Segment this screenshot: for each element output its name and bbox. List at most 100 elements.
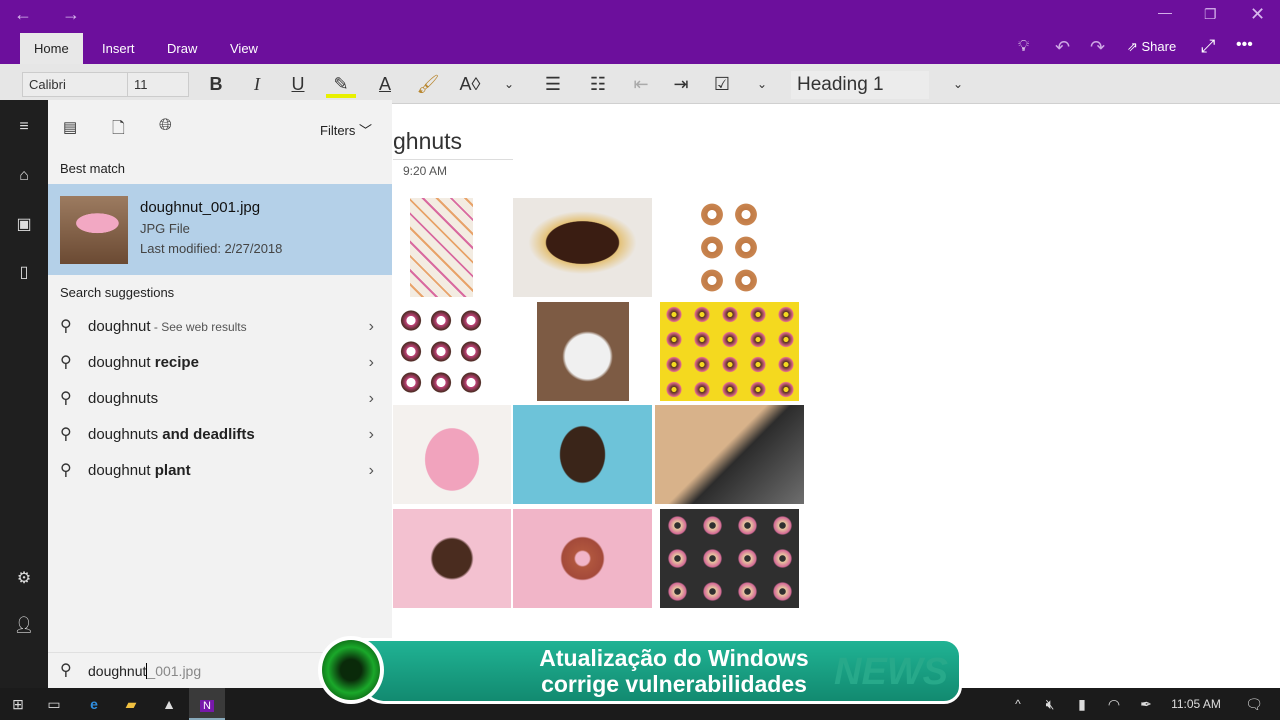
doughnut-photo[interactable]: [660, 509, 799, 608]
documents-icon[interactable]: ▣: [0, 214, 48, 234]
home-icon[interactable]: ⌂: [0, 167, 48, 185]
suggestion-item[interactable]: ⚲ doughnut recipe ›: [48, 345, 392, 381]
suggestion-item[interactable]: ⚲ doughnut - See web results ›: [48, 309, 392, 345]
italic-button[interactable]: I: [242, 64, 272, 104]
apps-filter-icon[interactable]: ▤: [63, 118, 77, 136]
doughnut-photo[interactable]: [695, 198, 764, 297]
best-match-label: Best match: [60, 161, 126, 176]
redo-icon[interactable]: ↷: [1090, 37, 1105, 58]
wifi-icon[interactable]: ◠: [1096, 688, 1132, 720]
minimize-icon[interactable]: —: [1158, 4, 1172, 20]
show-hidden-icon[interactable]: ^: [1000, 688, 1036, 720]
doughnut-photo[interactable]: [513, 198, 652, 297]
web-filter-icon[interactable]: 🌐︎: [159, 117, 172, 135]
fullscreen-icon[interactable]: ⤢: [1201, 36, 1215, 57]
suggestion-item[interactable]: ⚲ doughnuts and deadlifts ›: [48, 417, 392, 453]
photos-icon[interactable]: ▲: [151, 688, 187, 720]
volume-muted-icon[interactable]: 🔇︎: [1032, 688, 1068, 720]
search-query: doughnut: [88, 663, 148, 679]
search-icon: ⚲: [60, 426, 72, 443]
eye-logo: [318, 636, 384, 704]
chevron-right-icon: ›: [368, 354, 374, 371]
close-icon[interactable]: ✕: [1250, 4, 1265, 25]
bold-button[interactable]: B: [201, 64, 231, 104]
search-icon: ⚲: [60, 390, 72, 407]
pen-icon[interactable]: ✒: [1128, 688, 1164, 720]
underline-button[interactable]: U: [283, 64, 313, 104]
page-title[interactable]: ghnuts: [393, 128, 462, 155]
style-chevron-icon[interactable]: ⌄: [943, 64, 973, 104]
style-field[interactable]: Heading 1: [791, 71, 929, 99]
checkbox-tag-icon[interactable]: ☑: [707, 64, 737, 104]
tab-insert[interactable]: Insert: [88, 33, 149, 64]
restore-icon[interactable]: ❐: [1204, 6, 1217, 23]
chevron-right-icon: ›: [368, 318, 374, 335]
undo-icon[interactable]: ↶: [1055, 37, 1070, 58]
clear-format-icon[interactable]: A◊: [455, 64, 485, 104]
font-name-field[interactable]: Calibri: [22, 72, 128, 97]
tab-view[interactable]: View: [216, 33, 272, 64]
font-size-field[interactable]: 11: [127, 72, 189, 97]
font-color-icon[interactable]: A: [370, 64, 400, 104]
chevron-down-icon[interactable]: ⌄: [747, 64, 777, 104]
doughnut-photo[interactable]: [393, 405, 511, 504]
edge-icon[interactable]: e: [76, 688, 112, 720]
doughnut-coffee-photo[interactable]: [655, 405, 804, 504]
suggestion-item[interactable]: ⚲ doughnuts ›: [48, 381, 392, 417]
outdent-icon[interactable]: ⇤: [626, 64, 656, 104]
settings-icon[interactable]: ⚙: [0, 568, 48, 588]
search-suggestions-label: Search suggestions: [60, 285, 175, 300]
filters-button[interactable]: Filters ﹀: [320, 120, 372, 139]
file-explorer-icon[interactable]: ▰: [113, 688, 149, 720]
search-icon: ⚲: [60, 462, 72, 479]
highlight-icon[interactable]: ✎: [326, 64, 356, 98]
windows-start-icon[interactable]: ⊞: [0, 688, 36, 720]
clock[interactable]: 11:05 AM: [1164, 688, 1228, 720]
onenote-icon[interactable]: N: [189, 688, 225, 720]
start-sidebar: [0, 100, 48, 688]
format-painter-icon[interactable]: 🖌︎: [413, 64, 443, 104]
bullet-list-icon[interactable]: ☰: [538, 64, 568, 104]
search-icon: ⚲: [60, 662, 72, 679]
notifications-icon[interactable]: 🗨︎: [1236, 688, 1272, 720]
tab-home[interactable]: Home: [20, 33, 83, 64]
doughnut-photo[interactable]: [393, 509, 511, 608]
doughnut-photo[interactable]: [410, 198, 473, 297]
search-icon: ⚲: [60, 318, 72, 335]
banner-line-1: Atualização do Windows: [539, 645, 809, 671]
chevron-right-icon: ›: [368, 390, 374, 407]
page-time: 9:20 AM: [403, 164, 448, 178]
device-icon[interactable]: ▯: [0, 262, 48, 282]
doughnut-photo[interactable]: [396, 305, 486, 399]
hamburger-menu-icon[interactable]: ≡: [0, 118, 48, 136]
forward-arrow-icon[interactable]: →: [62, 4, 80, 25]
best-match-modified: Last modified: 2/27/2018: [140, 241, 283, 256]
share-icon: ⇗: [1127, 39, 1142, 54]
best-match-type: JPG File: [140, 221, 190, 236]
banner-line-2: corrige vulnerabilidades: [541, 671, 807, 697]
best-match-name: doughnut_001.jpg: [140, 199, 261, 216]
suggestion-item[interactable]: ⚲ doughnut plant ›: [48, 453, 392, 489]
chevron-right-icon: ›: [368, 462, 374, 479]
doughnut-photo[interactable]: [513, 509, 652, 608]
chevron-right-icon: ›: [368, 426, 374, 443]
feedback-icon[interactable]: 👤︎: [0, 615, 48, 635]
chevron-down-icon[interactable]: ⌄: [494, 64, 524, 104]
best-match-item[interactable]: doughnut_001.jpg JPG File Last modified:…: [48, 184, 392, 275]
task-view-icon[interactable]: ▭: [36, 688, 72, 720]
doughnut-photo[interactable]: [660, 302, 799, 401]
more-icon[interactable]: •••: [1236, 36, 1253, 54]
numbered-list-icon[interactable]: ☷: [583, 64, 613, 104]
search-icon: ⚲: [60, 354, 72, 371]
back-arrow-icon[interactable]: ←: [14, 4, 32, 25]
share-button[interactable]: ⇗ Share: [1127, 39, 1176, 55]
indent-icon[interactable]: ⇥: [666, 64, 696, 104]
search-completion: _001.jpg: [147, 663, 202, 679]
battery-icon[interactable]: ▮: [1064, 688, 1100, 720]
news-logo: NEWS: [834, 651, 948, 693]
woman-eating-doughnut-photo[interactable]: [513, 405, 652, 504]
tab-draw[interactable]: Draw: [153, 33, 211, 64]
doughnut-photo[interactable]: [537, 302, 629, 401]
documents-filter-icon[interactable]: 🗋: [112, 117, 125, 144]
lightbulb-icon[interactable]: 💡︎: [1018, 38, 1029, 56]
